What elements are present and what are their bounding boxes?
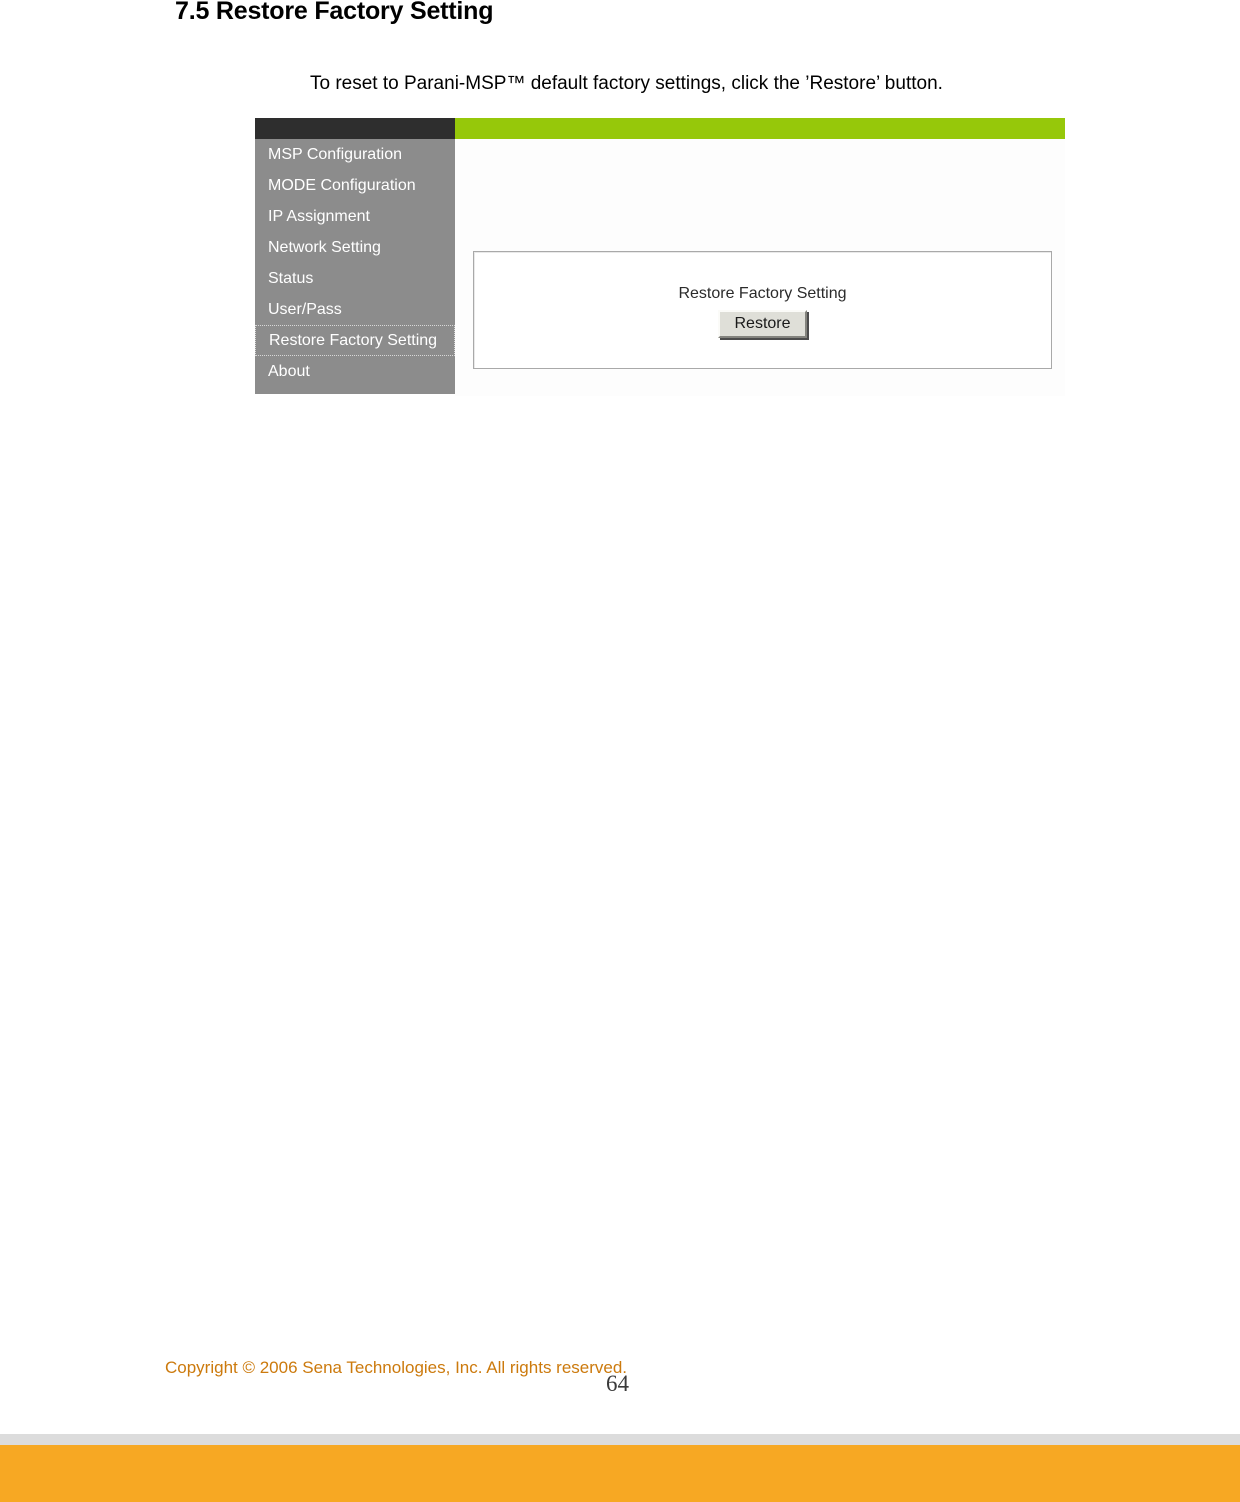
- sidebar-item-mode-configuration[interactable]: MODE Configuration: [255, 170, 455, 201]
- footer-orange-band: [0, 1445, 1240, 1502]
- sidebar-item-label: MSP Configuration: [268, 146, 402, 163]
- page-title: 7.5 Restore Factory Setting: [175, 0, 494, 25]
- sidebar-item-network-setting[interactable]: Network Setting: [255, 232, 455, 263]
- intro-paragraph: To reset to Parani-MSP™ default factory …: [310, 73, 943, 94]
- sidebar-item-about[interactable]: About: [255, 356, 455, 387]
- footer-gray-band: [0, 1434, 1240, 1445]
- sidebar-nav: MSP Configuration MODE Configuration IP …: [255, 139, 455, 394]
- sidebar-item-restore-factory-setting[interactable]: Restore Factory Setting: [255, 325, 455, 356]
- web-config-screenshot: MSP Configuration MODE Configuration IP …: [255, 118, 1065, 396]
- sidebar-item-label: Status: [268, 270, 314, 287]
- restore-factory-setting-panel: Restore Factory Setting Restore: [473, 251, 1052, 369]
- restore-panel-title: Restore Factory Setting: [678, 285, 847, 302]
- page-number: 64: [606, 1371, 629, 1396]
- sidebar-item-label: About: [268, 363, 310, 380]
- sidebar-item-user-pass[interactable]: User/Pass: [255, 294, 455, 325]
- sidebar-item-label: MODE Configuration: [268, 177, 416, 194]
- sidebar-item-msp-configuration[interactable]: MSP Configuration: [255, 139, 455, 170]
- sidebar-item-status[interactable]: Status: [255, 263, 455, 294]
- sidebar-item-ip-assignment[interactable]: IP Assignment: [255, 201, 455, 232]
- content-area: Restore Factory Setting Restore: [455, 139, 1065, 396]
- sidebar-item-label: User/Pass: [268, 301, 342, 318]
- restore-button[interactable]: Restore: [718, 310, 807, 338]
- sidebar-item-label: Restore Factory Setting: [269, 332, 438, 349]
- restore-panel-content: Restore Factory Setting Restore: [474, 285, 1051, 338]
- copyright-notice: Copyright © 2006 Sena Technologies, Inc.…: [165, 1358, 628, 1377]
- topbar-dark-block: [255, 118, 455, 139]
- sidebar-item-label: Network Setting: [268, 239, 381, 256]
- topbar-green-banner: [455, 118, 1065, 139]
- sidebar-item-label: IP Assignment: [268, 208, 370, 225]
